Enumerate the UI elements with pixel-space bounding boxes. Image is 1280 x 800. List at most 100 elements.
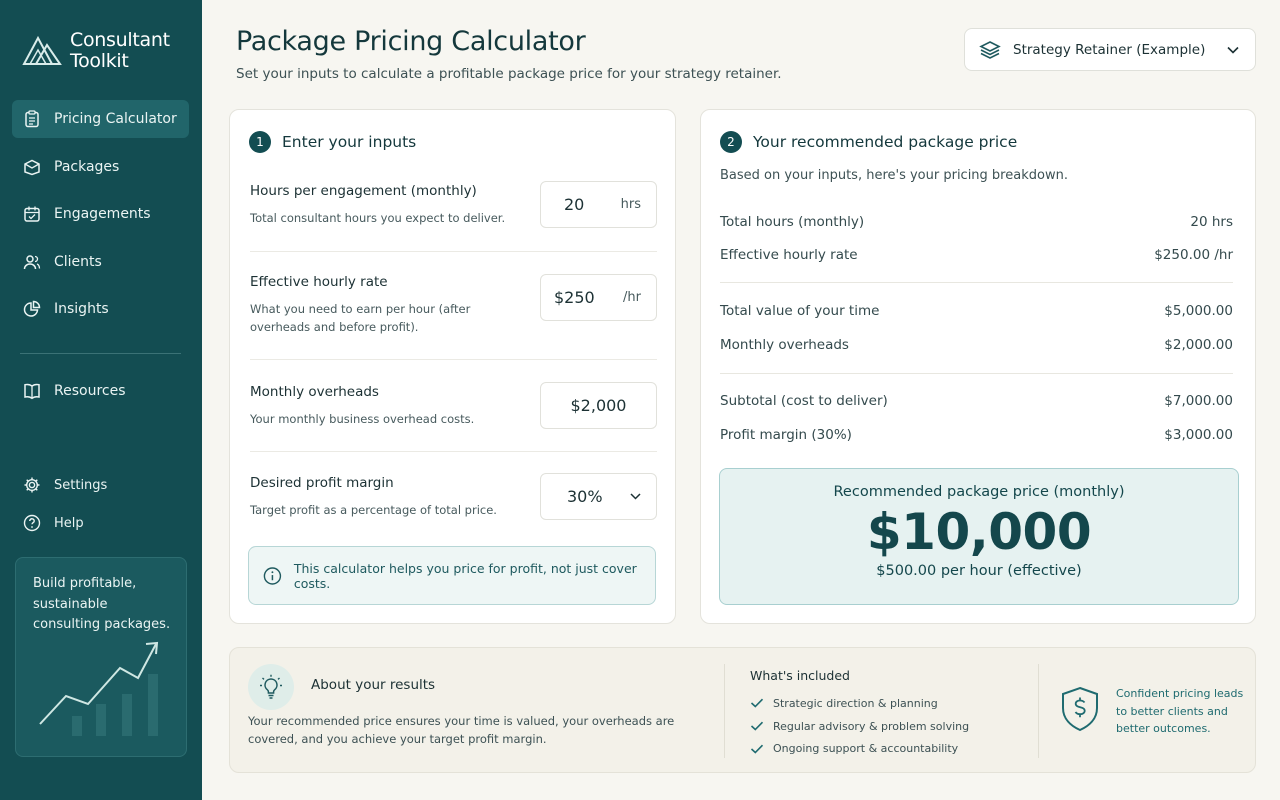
hours-input[interactable]: 20 hrs <box>540 181 657 228</box>
sidebar-item-settings[interactable]: Settings <box>12 470 189 500</box>
sidebar-item-label: Engagements <box>54 206 151 223</box>
step-number-badge: 1 <box>249 131 271 153</box>
page-title: Package Pricing Calculator <box>236 26 586 57</box>
checkmark-icon <box>750 698 764 708</box>
section-divider <box>1038 664 1039 758</box>
app-name-line1: Consultant <box>70 29 170 51</box>
main-nav: Pricing Calculator Packages Engagements … <box>12 100 189 338</box>
hours-input-value: 20 <box>564 195 585 214</box>
clipboard-icon <box>22 109 42 129</box>
margin-field: Desired profit margin Target profit as a… <box>250 473 657 520</box>
breakdown-label: Profit margin (30%) <box>720 427 852 443</box>
hours-unit: hrs <box>620 197 641 212</box>
sidebar-item-label: Resources <box>54 383 126 399</box>
breakdown-row: Total hours (monthly) 20 hrs <box>720 214 1233 230</box>
breakdown-row: Subtotal (cost to deliver) $7,000.00 <box>720 393 1233 409</box>
breakdown-row: Monthly overheads $2,000.00 <box>720 337 1233 353</box>
list-item: Regular advisory & problem solving <box>750 715 969 738</box>
included-title: What's included <box>750 668 850 683</box>
package-select-value: Strategy Retainer (Example) <box>1013 41 1206 58</box>
sidebar-item-engagements[interactable]: Engagements <box>12 195 189 233</box>
resources-nav: Resources <box>12 372 189 420</box>
inputs-title: Enter your inputs <box>282 133 417 151</box>
results-card: 2 Your recommended package price Based o… <box>700 109 1256 624</box>
hours-help: Total consultant hours you expect to del… <box>250 211 506 225</box>
overheads-input[interactable]: $2,000 <box>540 382 657 429</box>
app-logo[interactable]: Consultant Toolkit <box>22 30 170 72</box>
sidebar-item-resources[interactable]: Resources <box>12 372 189 410</box>
breakdown-value: 20 hrs <box>1190 214 1233 230</box>
info-banner: This calculator helps you price for prof… <box>248 546 656 605</box>
rate-input-value: $250 <box>554 288 595 307</box>
breakdown-value: $3,000.00 <box>1164 427 1233 443</box>
rate-field: Effective hourly rate What you need to e… <box>250 274 657 336</box>
margin-select[interactable]: 30% <box>540 473 657 520</box>
sidebar-item-insights[interactable]: Insights <box>12 290 189 328</box>
calendar-icon <box>22 204 42 224</box>
about-title: About your results <box>311 677 436 693</box>
breakdown-divider <box>720 282 1233 283</box>
recommended-price-panel: Recommended package price (monthly) $10,… <box>719 468 1239 605</box>
promo-card: Build profitable, sustainable consulting… <box>15 557 187 757</box>
hours-field: Hours per engagement (monthly) Total con… <box>250 181 657 228</box>
sidebar-item-label: Insights <box>54 301 109 318</box>
mountain-logo-icon <box>22 35 62 65</box>
rate-help: What you need to earn per hour (after ov… <box>250 302 471 334</box>
inputs-card: 1 Enter your inputs Hours per engagement… <box>229 109 676 624</box>
list-item: Ongoing support & accountability <box>750 737 969 760</box>
margin-help: Target profit as a percentage of total p… <box>250 503 497 517</box>
breakdown-row: Effective hourly rate $250.00 /hr <box>720 247 1233 263</box>
breakdown-value: $250.00 /hr <box>1154 247 1233 263</box>
field-divider <box>250 359 657 360</box>
checkmark-icon <box>750 721 764 731</box>
help-icon <box>22 513 42 533</box>
sidebar-divider <box>20 353 181 354</box>
breakdown-value: $2,000.00 <box>1164 337 1233 353</box>
rate-unit: /hr <box>623 290 641 305</box>
step-number-badge: 2 <box>720 131 742 153</box>
margin-select-value: 30% <box>567 487 603 506</box>
app-name: Consultant Toolkit <box>70 30 170 72</box>
chevron-down-icon <box>1227 46 1239 54</box>
inputs-step-header: 1 Enter your inputs <box>249 131 416 153</box>
breakdown-value: $7,000.00 <box>1164 393 1233 409</box>
sidebar-item-label: Pricing Calculator <box>54 111 177 127</box>
sidebar-item-label: Help <box>54 515 84 531</box>
breakdown-label: Effective hourly rate <box>720 247 858 263</box>
sidebar-item-label: Settings <box>54 477 108 493</box>
sidebar-item-label: Packages <box>54 158 120 175</box>
users-icon <box>22 252 42 272</box>
package-select[interactable]: Strategy Retainer (Example) <box>964 28 1256 71</box>
included-list: Strategic direction & planning Regular a… <box>750 692 969 760</box>
sidebar-item-pricing-calculator[interactable]: Pricing Calculator <box>12 100 189 138</box>
pie-chart-icon <box>22 299 42 319</box>
confidence-text: Confident pricing leads to better client… <box>1116 687 1244 735</box>
breakdown-divider <box>720 373 1233 374</box>
breakdown-label: Monthly overheads <box>720 337 849 353</box>
about-text: Your recommended price ensures your time… <box>248 714 675 746</box>
sidebar: Consultant Toolkit Pricing Calculator Pa… <box>0 0 202 800</box>
overheads-help: Your monthly business overhead costs. <box>250 412 475 426</box>
breakdown-label: Total hours (monthly) <box>720 214 865 230</box>
sidebar-item-clients[interactable]: Clients <box>12 243 189 281</box>
checkmark-icon <box>750 744 764 754</box>
sidebar-item-help[interactable]: Help <box>12 508 189 538</box>
chevron-down-icon <box>630 493 641 500</box>
package-icon <box>22 157 42 177</box>
growth-chart-illustration <box>39 641 159 736</box>
results-step-header: 2 Your recommended package price <box>720 131 1017 153</box>
overheads-field: Monthly overheads Your monthly business … <box>250 382 657 429</box>
rate-input[interactable]: $250 /hr <box>540 274 657 321</box>
breakdown-label: Total value of your time <box>720 303 880 319</box>
layers-icon <box>979 40 1001 59</box>
results-title: Your recommended package price <box>753 133 1018 151</box>
book-icon <box>22 381 42 401</box>
promo-text: Build profitable, sustainable consulting… <box>33 576 171 632</box>
lightbulb-icon <box>248 664 294 710</box>
sidebar-item-packages[interactable]: Packages <box>12 148 189 186</box>
utility-nav: Settings Help <box>12 470 189 546</box>
info-icon <box>263 566 282 585</box>
about-results-panel: About your results Your recommended pric… <box>229 647 1256 773</box>
list-item: Strategic direction & planning <box>750 692 969 715</box>
field-divider <box>250 251 657 252</box>
